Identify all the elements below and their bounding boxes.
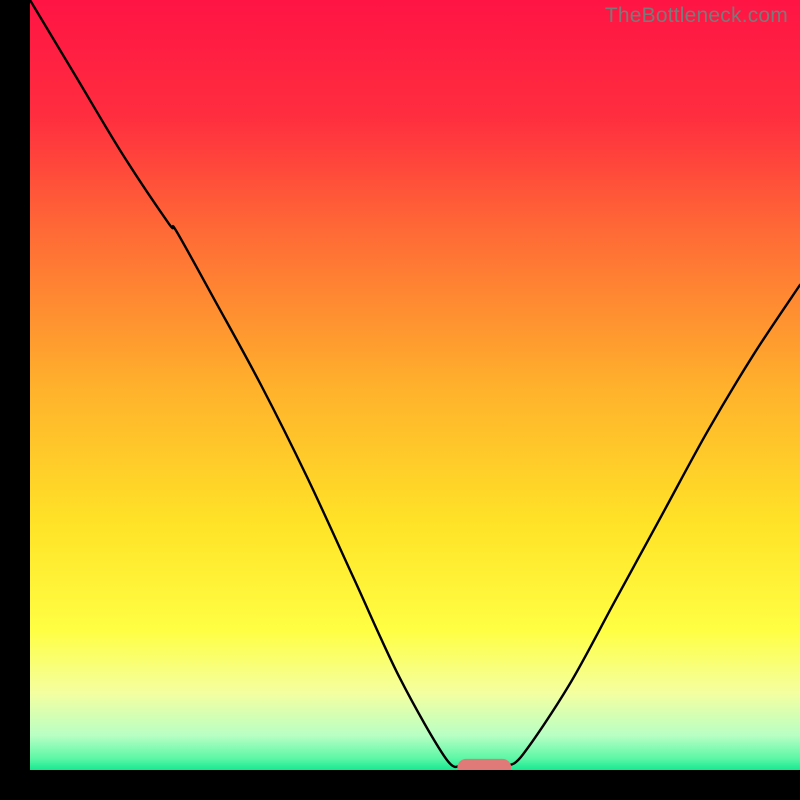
optimal-marker [457,759,511,770]
chart-stage: TheBottleneck.com [0,0,800,800]
watermark-text: TheBottleneck.com [605,4,788,28]
chart-canvas [30,0,800,770]
chart-background [30,0,800,770]
